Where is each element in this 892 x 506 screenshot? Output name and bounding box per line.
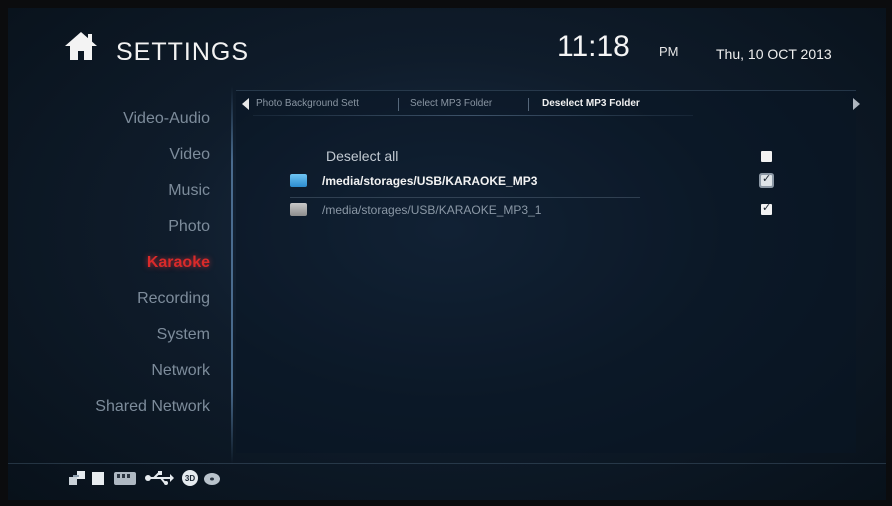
folder-1-checkbox[interactable]: ✓ bbox=[761, 173, 772, 186]
sidebar-item-karaoke[interactable]: Karaoke bbox=[147, 254, 210, 272]
usb-icon bbox=[144, 469, 174, 487]
sidebar-menu: Video-Audio Video Music Photo Karaoke Re… bbox=[8, 98, 230, 463]
sidebar-item-video-audio[interactable]: Video-Audio bbox=[123, 110, 210, 128]
folder-2-checkbox[interactable]: ✓ bbox=[761, 202, 772, 215]
sidebar-item-video[interactable]: Video bbox=[169, 146, 210, 164]
status-bar-divider bbox=[8, 463, 886, 464]
tab-underline bbox=[253, 115, 693, 116]
folder-icon bbox=[290, 174, 307, 187]
storage-icon bbox=[90, 469, 106, 487]
tab-separator bbox=[528, 98, 529, 111]
home-icon[interactable] bbox=[63, 30, 99, 62]
tab-prev-arrow-icon[interactable] bbox=[242, 98, 249, 110]
deselect-all-label[interactable]: Deselect all bbox=[326, 148, 398, 164]
checkmark-icon: ✓ bbox=[762, 202, 772, 214]
network-icon bbox=[68, 469, 88, 487]
folder-path-1[interactable]: /media/storages/USB/KARAOKE_MP3 bbox=[322, 174, 537, 188]
tab-separator bbox=[398, 98, 399, 111]
sidebar-item-system[interactable]: System bbox=[157, 326, 210, 344]
folder-path-2[interactable]: /media/storages/USB/KARAOKE_MP3_1 bbox=[322, 203, 541, 217]
disc-icon bbox=[202, 469, 222, 487]
sidebar-item-music[interactable]: Music bbox=[168, 182, 210, 200]
tab-select-mp3-folder[interactable]: Select MP3 Folder bbox=[410, 98, 492, 109]
deselect-all-checkbox[interactable] bbox=[761, 151, 772, 162]
content-panel bbox=[236, 90, 856, 453]
tab-next-arrow-icon[interactable] bbox=[853, 98, 860, 110]
sidebar-divider bbox=[231, 86, 233, 464]
3d-icon: 3D bbox=[180, 469, 200, 487]
row-divider bbox=[290, 197, 640, 198]
clock-time: 11:18 bbox=[557, 30, 630, 63]
folder-icon bbox=[290, 203, 307, 216]
sidebar-item-shared-network[interactable]: Shared Network bbox=[95, 398, 210, 416]
sidebar-item-network[interactable]: Network bbox=[151, 362, 210, 380]
sidebar-item-photo[interactable]: Photo bbox=[168, 218, 210, 236]
settings-screen: SETTINGS 11:18 PM Thu, 10 OCT 2013 Video… bbox=[8, 8, 886, 500]
3d-icon-label: 3D bbox=[185, 474, 195, 483]
clock-ampm: PM bbox=[659, 44, 679, 59]
date-display: Thu, 10 OCT 2013 bbox=[716, 46, 832, 62]
sd-card-icon bbox=[112, 469, 138, 487]
checkmark-icon: ✓ bbox=[762, 173, 772, 185]
sidebar-item-recording[interactable]: Recording bbox=[137, 290, 210, 308]
page-title: SETTINGS bbox=[116, 38, 250, 66]
tab-deselect-mp3-folder[interactable]: Deselect MP3 Folder bbox=[542, 98, 640, 109]
tab-photo-background[interactable]: Photo Background Sett bbox=[256, 98, 359, 109]
